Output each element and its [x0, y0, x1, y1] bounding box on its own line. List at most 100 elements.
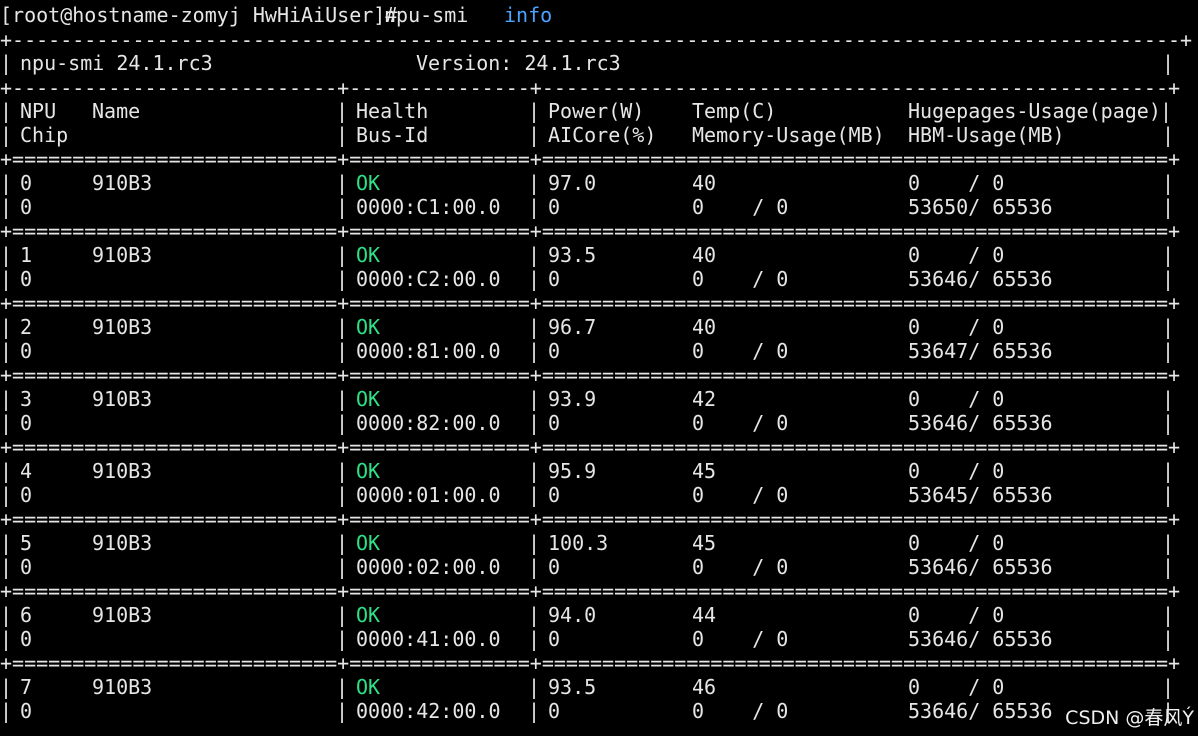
npu-row-secondary: | 0 | 0000:81:00.0 | 0 0 / 0 53647/ 65536 |: [0, 339, 1198, 363]
border-line: +===========================+===========…: [0, 651, 1181, 675]
row-separator: +===========================+===========…: [0, 147, 1198, 171]
table-border-top: +---------------------------------------…: [0, 28, 1198, 52]
chip-id: 0: [20, 195, 33, 219]
npu-name: 910B3: [92, 243, 153, 267]
border-pipe: |: [336, 339, 349, 363]
border-pipe: |: [528, 267, 541, 291]
border-pipe: |: [336, 243, 349, 267]
power-value: 93.5: [548, 675, 597, 699]
temp-value: 40: [692, 315, 717, 339]
border-pipe: |: [1162, 675, 1175, 699]
memory-value: 0 / 0: [692, 339, 789, 363]
health-status: OK: [356, 459, 381, 483]
border-pipe: |: [336, 483, 349, 507]
hbm-value: 53646/ 65536: [908, 411, 1053, 435]
aicore-value: 0: [548, 267, 561, 291]
bus-id-value: 0000:41:00.0: [356, 627, 501, 651]
hugepages-value: 0 / 0: [908, 531, 1005, 555]
terminal-window[interactable]: [root@hostname-zomyj HwHiAiUser]# npu-sm…: [0, 0, 1198, 736]
col-health: Health: [356, 99, 429, 123]
border-line: +===========================+===========…: [0, 507, 1181, 531]
hbm-value: 53646/ 65536: [908, 267, 1053, 291]
col-chip: Chip: [20, 123, 69, 147]
row-separator: +===========================+===========…: [0, 435, 1198, 459]
border-pipe: |: [1162, 267, 1175, 291]
border-pipe: |: [1162, 459, 1175, 483]
border-pipe: |: [1162, 171, 1175, 195]
col-hugepages: Hugepages-Usage(page): [908, 99, 1161, 123]
hbm-value: 53650/ 65536: [908, 195, 1053, 219]
npu-id: 5: [20, 531, 33, 555]
row-separator: +===========================+===========…: [0, 219, 1198, 243]
border-pipe: |: [528, 171, 541, 195]
border-pipe: |: [1160, 99, 1173, 123]
col-memory-usage: Memory-Usage(MB): [692, 123, 885, 147]
npu-row-secondary: | 0 | 0000:82:00.0 | 0 0 / 0 53646/ 65536 |: [0, 411, 1198, 435]
npu-id: 0: [20, 171, 33, 195]
npu-id: 4: [20, 459, 33, 483]
hugepages-value: 0 / 0: [908, 171, 1005, 195]
border-pipe: |: [336, 603, 349, 627]
chip-id: 0: [20, 555, 33, 579]
npu-name: 910B3: [92, 171, 153, 195]
border-pipe: |: [528, 195, 541, 219]
npu-row-secondary: | 0 | 0000:01:00.0 | 0 0 / 0 53645/ 65536 |: [0, 483, 1198, 507]
border-line: +===========================+===========…: [0, 579, 1181, 603]
npu-row-primary: | 7 910B3 | OK | 93.5 46 0 / 0 |: [0, 675, 1198, 699]
border-pipe: |: [528, 411, 541, 435]
col-aicore: AICore(%): [548, 123, 657, 147]
health-status: OK: [356, 675, 381, 699]
temp-value: 45: [692, 459, 717, 483]
watermark: CSDN @春风Ý: [1065, 707, 1194, 729]
border-pipe: |: [0, 555, 13, 579]
npu-row-secondary: | 0 | 0000:C2:00.0 | 0 0 / 0 53646/ 65536 |: [0, 267, 1198, 291]
border-pipe: |: [1162, 195, 1175, 219]
border-pipe: |: [1162, 555, 1175, 579]
aicore-value: 0: [548, 627, 561, 651]
border-pipe: |: [0, 339, 13, 363]
border-pipe: |: [336, 171, 349, 195]
border-pipe: |: [336, 555, 349, 579]
border-pipe: |: [0, 99, 13, 123]
temp-value: 40: [692, 171, 717, 195]
border-pipe: |: [1162, 339, 1175, 363]
bus-id-value: 0000:42:00.0: [356, 699, 501, 723]
aicore-value: 0: [548, 195, 561, 219]
temp-value: 45: [692, 531, 717, 555]
border-pipe: |: [0, 51, 13, 75]
border-pipe: |: [0, 483, 13, 507]
border-pipe: |: [0, 315, 13, 339]
row-separator: +===========================+===========…: [0, 651, 1198, 675]
border-pipe: |: [528, 339, 541, 363]
power-value: 93.5: [548, 243, 597, 267]
health-status: OK: [356, 315, 381, 339]
health-status: OK: [356, 171, 381, 195]
npu-name: 910B3: [92, 603, 153, 627]
border-pipe: |: [528, 387, 541, 411]
npu-name: 910B3: [92, 315, 153, 339]
border-pipe: |: [336, 267, 349, 291]
border-pipe: |: [336, 99, 349, 123]
npu-row-primary: | 5 910B3 | OK | 100.3 45 0 / 0 |: [0, 531, 1198, 555]
border-pipe: |: [1162, 243, 1175, 267]
health-status: OK: [356, 531, 381, 555]
power-value: 100.3: [548, 531, 609, 555]
chip-id: 0: [20, 699, 33, 723]
col-name: Name: [92, 99, 141, 123]
border-pipe: |: [528, 699, 541, 723]
npu-id: 2: [20, 315, 33, 339]
aicore-value: 0: [548, 555, 561, 579]
power-value: 94.0: [548, 603, 597, 627]
npu-id: 6: [20, 603, 33, 627]
hugepages-value: 0 / 0: [908, 243, 1005, 267]
border-pipe: |: [0, 387, 13, 411]
bus-id-value: 0000:01:00.0: [356, 483, 501, 507]
hbm-value: 53646/ 65536: [908, 555, 1053, 579]
border-pipe: |: [528, 243, 541, 267]
border-pipe: |: [0, 171, 13, 195]
shell-prompt: [root@hostname-zomyj HwHiAiUser]#: [0, 3, 398, 27]
border-pipe: |: [336, 123, 349, 147]
npu-row-primary: | 6 910B3 | OK | 94.0 44 0 / 0 |: [0, 603, 1198, 627]
border-line: +===========================+===========…: [0, 219, 1181, 243]
temp-value: 40: [692, 243, 717, 267]
